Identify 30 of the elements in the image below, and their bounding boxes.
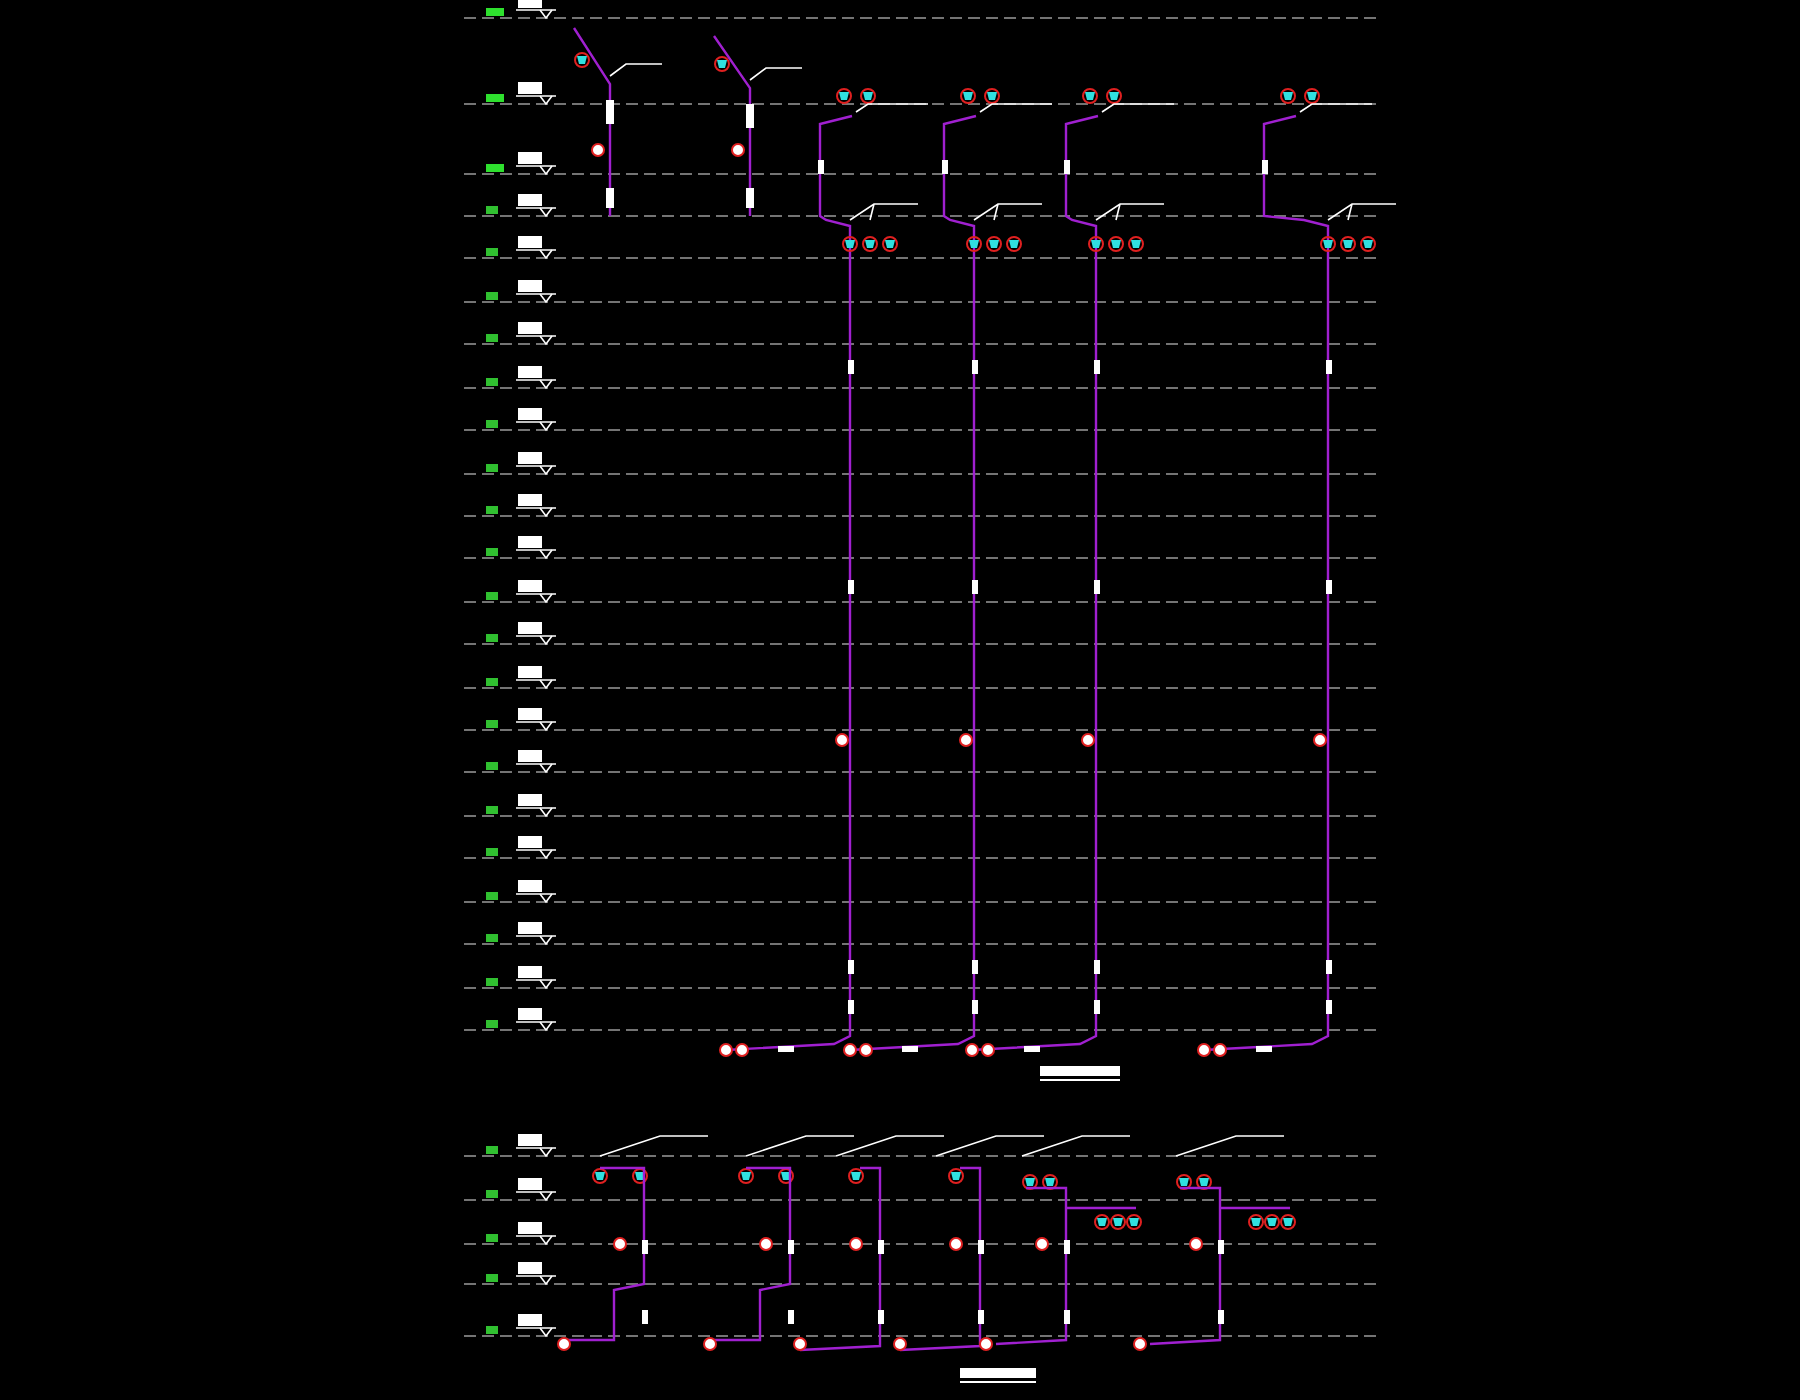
elevation-symbol-icon [515, 494, 557, 518]
elevation-symbol-icon [515, 236, 557, 260]
elevation-symbol-icon [515, 580, 557, 604]
elevation-symbol-icon [515, 1222, 557, 1246]
elevation-symbol-icon [515, 152, 557, 176]
diagram-title-mark [1039, 1066, 1121, 1081]
elevation-symbol-icon [515, 366, 557, 390]
elevation-symbol-icon [515, 1008, 557, 1032]
elevation-symbol-icon [515, 452, 557, 476]
elevation-symbol-icon [515, 536, 557, 560]
elevation-symbol-icon [515, 922, 557, 946]
elevation-symbol-icon [515, 750, 557, 774]
elevation-symbol-icon [515, 966, 557, 990]
elevation-symbol-icon [515, 82, 557, 106]
elevation-symbol-icon [515, 1314, 557, 1338]
elevation-symbol-icon [515, 836, 557, 860]
elevation-symbol-icon [515, 1134, 557, 1158]
elevation-symbol-icon [515, 280, 557, 304]
elevation-symbol-icon [515, 322, 557, 346]
elevation-symbol-icon [515, 1262, 557, 1286]
elevation-symbol-icon [515, 794, 557, 818]
elevation-symbol-icon [515, 408, 557, 432]
diagram-title-mark [959, 1368, 1037, 1383]
elevation-symbol-icon [515, 1178, 557, 1202]
elevation-symbol-icon [515, 880, 557, 904]
elevation-symbol-icon [515, 0, 557, 20]
elevation-symbol-icon [515, 622, 557, 646]
elevation-symbol-icon [515, 666, 557, 690]
elevation-symbol-icon [515, 708, 557, 732]
elevation-symbol-icon [515, 194, 557, 218]
